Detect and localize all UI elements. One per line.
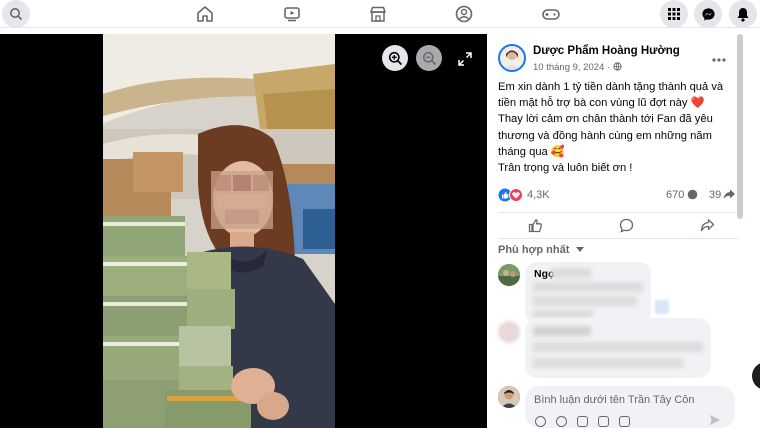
comment-sort-dropdown[interactable]: Phù hợp nhất (498, 243, 585, 256)
redacted-text (533, 326, 591, 336)
watch-icon[interactable] (281, 3, 303, 25)
marketplace-icon[interactable] (367, 3, 389, 25)
redacted-text (533, 296, 637, 306)
divider (498, 238, 738, 239)
search-icon[interactable] (2, 0, 30, 28)
like-icon[interactable] (528, 218, 543, 238)
post-text-line: Thay lời cảm ơn chân thành tới Fan đã yê… (498, 113, 713, 126)
groups-icon[interactable] (453, 3, 475, 25)
post-actions (498, 212, 738, 236)
redacted-text (533, 358, 683, 368)
redacted-text (533, 282, 643, 292)
avatar[interactable] (498, 44, 526, 72)
post-photo[interactable] (103, 34, 335, 428)
emoji-icon[interactable] (556, 416, 567, 427)
camera-icon[interactable] (577, 416, 588, 427)
post-stats: 4,3K 670 39 (498, 187, 738, 203)
commenter-avatar[interactable] (498, 264, 520, 286)
top-navigation-bar (0, 0, 760, 28)
redacted-text (551, 268, 591, 278)
share-icon[interactable] (700, 218, 715, 238)
post-date[interactable]: 10 tháng 9, 2024 · (533, 62, 622, 74)
share-count-icon (723, 189, 736, 203)
messenger-icon[interactable] (694, 0, 722, 28)
post-text-line: thương và đồng hành cùng em những năm (498, 129, 712, 142)
post-text-line: tiền mặt hỗ trợ bà con vùng lũ đợt này ❤… (498, 97, 705, 110)
more-icon[interactable] (712, 50, 726, 68)
post-author-name[interactable]: Dược Phẩm Hoàng Hường (533, 45, 680, 57)
commenter-avatar[interactable] (498, 321, 520, 343)
fullscreen-icon[interactable] (452, 46, 478, 72)
post-text-line: Trân trọng và luôn biết ơn ! (498, 162, 633, 175)
redacted-text (533, 342, 703, 352)
post-text-line: Em xin dành 1 tỷ tiền dành tặng thành qu… (498, 81, 724, 93)
share-count[interactable]: 39 (709, 189, 721, 201)
post-details-panel: Dược Phẩm Hoàng Hường 10 tháng 9, 2024 ·… (487, 34, 760, 428)
post-text: Em xin dành 1 tỷ tiền dành tặng thành qu… (498, 79, 738, 176)
gif-icon[interactable] (598, 416, 609, 427)
chevron-down-icon (576, 243, 585, 255)
post-text-line: tháng qua 🥰 (498, 145, 565, 158)
user-avatar[interactable] (498, 386, 520, 408)
zoom-out-icon[interactable] (416, 45, 442, 71)
love-reaction-icon[interactable] (509, 188, 523, 205)
comment-input[interactable]: Bình luận dưới tên Trần Tây Côn (534, 394, 695, 406)
menu-grid-icon[interactable] (660, 0, 688, 28)
comment-count-icon (687, 189, 698, 203)
sticker-icon[interactable] (619, 416, 630, 427)
send-icon[interactable] (709, 413, 721, 428)
avatar-sticker-icon[interactable] (535, 416, 546, 427)
post-date-text[interactable]: 10 tháng 9, 2024 · (533, 62, 610, 73)
media-viewer (0, 34, 487, 428)
reaction-count[interactable]: 4,3K (527, 189, 550, 201)
gaming-icon[interactable] (540, 3, 562, 25)
redacted-text (533, 310, 593, 318)
panel-scrollbar[interactable] (737, 34, 743, 219)
comment-bubble: Ngọ (525, 262, 651, 324)
notifications-icon[interactable] (729, 0, 757, 28)
comment-sort-label[interactable]: Phù hợp nhất (498, 244, 569, 256)
globe-icon (613, 62, 622, 74)
comment-bubble (525, 318, 711, 378)
comment-icon[interactable] (619, 218, 634, 238)
comment-count[interactable]: 670 (666, 189, 684, 201)
home-icon[interactable] (194, 3, 216, 25)
comment-composer[interactable]: Bình luận dưới tên Trần Tây Côn (525, 386, 735, 428)
comment-reaction (655, 300, 669, 314)
zoom-in-icon[interactable] (382, 45, 408, 71)
